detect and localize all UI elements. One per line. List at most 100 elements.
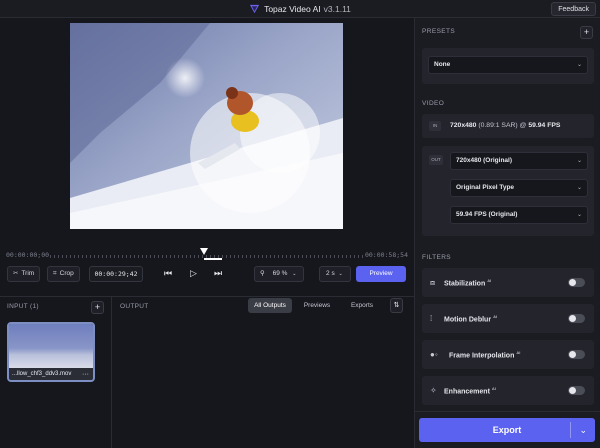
filters-label: FILTERS xyxy=(422,254,452,261)
stabilization-icon: ⧈ xyxy=(430,278,436,287)
add-preset-button[interactable]: + xyxy=(580,26,593,39)
toggle-knob xyxy=(569,351,576,358)
video-input-card: IN 720x480 (0.89:1 SAR) @ 59.94 FPS xyxy=(422,114,594,138)
zoom-unit: % xyxy=(281,270,288,277)
timeline-start-time: 00:00:00;00 xyxy=(6,251,50,259)
zoom-icon: ⚲ xyxy=(260,270,265,277)
playhead-icon[interactable] xyxy=(200,248,208,256)
input-resolution: 720x480 xyxy=(450,122,477,129)
tab-all-outputs[interactable]: All Outputs xyxy=(248,298,292,313)
toggle-knob xyxy=(569,387,576,394)
export-label: Export xyxy=(492,425,522,435)
chevron-down-icon: ⌄ xyxy=(576,212,582,218)
chevron-down-icon: ⌄ xyxy=(576,185,582,191)
output-tabs: All Outputs Previews Exports xyxy=(248,298,393,313)
input-format: 720x480 (0.89:1 SAR) @ 59.94 FPS xyxy=(450,122,560,129)
app-title: Topaz Video AI v3.1.11 xyxy=(0,3,600,14)
filter-label: Stabilization AI xyxy=(444,278,491,287)
toggle-knob xyxy=(569,315,576,322)
more-options-icon[interactable]: ··· xyxy=(82,371,89,378)
trim-button[interactable]: ✂ Trim xyxy=(7,266,41,282)
export-bar: Export ⌄ xyxy=(415,411,600,448)
output-fps-select[interactable]: 59.94 FPS (Original) ⌄ xyxy=(450,206,588,224)
feedback-button[interactable]: Feedback xyxy=(551,2,596,16)
stabilization-toggle[interactable] xyxy=(568,278,585,287)
crop-icon: ⌗ xyxy=(53,270,57,277)
scissors-icon: ✂ xyxy=(13,270,19,277)
tab-exports[interactable]: Exports xyxy=(342,298,382,313)
motion-deblur-icon: ⁞ xyxy=(430,314,433,323)
output-pixel-type-select[interactable]: Original Pixel Type ⌄ xyxy=(450,179,588,197)
divider xyxy=(570,422,571,438)
trim-label: Trim xyxy=(21,270,35,277)
preview-button[interactable]: Preview xyxy=(356,266,406,282)
add-input-button[interactable]: + xyxy=(91,301,104,314)
filter-name: Frame Interpolation xyxy=(449,352,515,360)
chevron-down-icon: ⌄ xyxy=(576,62,582,68)
seconds-select[interactable]: 2 s ⌄ xyxy=(319,266,351,282)
crop-button[interactable]: ⌗ Crop xyxy=(47,266,80,282)
enhancement-toggle[interactable] xyxy=(568,386,585,395)
timeline-selection[interactable] xyxy=(204,258,222,260)
timeline[interactable]: 00:00:00;00 00:00:58;54 xyxy=(0,248,414,266)
video-label: VIDEO xyxy=(422,100,445,107)
ai-badge: AI xyxy=(516,350,521,355)
output-pixel-type-value: Original Pixel Type xyxy=(456,184,515,191)
app-version: v3.1.11 xyxy=(323,4,351,14)
video-frame-image xyxy=(70,23,343,229)
chevron-down-icon: ⌄ xyxy=(292,271,297,277)
zoom-select[interactable]: ⚲ 69 % ⌄ xyxy=(254,266,304,282)
input-sar: (0.89:1 SAR) @ xyxy=(478,122,527,129)
input-label: INPUT (1) xyxy=(7,303,39,310)
output-panel: OUTPUT All Outputs Previews Exports ⇅ xyxy=(113,297,414,448)
seconds-unit: s xyxy=(331,270,335,277)
input-panel: INPUT (1) + ...llow_chf3_ddv3.mov ··· xyxy=(0,297,112,448)
enhancement-icon: ✧ xyxy=(430,386,437,395)
presets-card: None ⌄ xyxy=(422,48,594,84)
filter-name: Stabilization xyxy=(444,280,486,288)
filter-name: Enhancement xyxy=(444,388,490,396)
chevron-down-icon[interactable]: ⌄ xyxy=(579,418,587,442)
chevron-down-icon: ⌄ xyxy=(576,158,582,164)
playback-controls: ✂ Trim ⌗ Crop 00:00:29;42 ⏮ ▷ ⏭ ⚲ 69 % ⌄ 2… xyxy=(0,266,414,284)
output-fps-value: 59.94 FPS (Original) xyxy=(456,211,518,218)
filter-frame-interpolation[interactable]: ●◦ Frame Interpolation AI xyxy=(422,340,594,369)
input-file-card[interactable]: ...llow_chf3_ddv3.mov ··· xyxy=(7,322,95,382)
ai-badge: AI xyxy=(491,386,496,391)
filter-label: Enhancement AI xyxy=(444,386,496,395)
ai-badge: AI xyxy=(493,314,498,319)
sort-icon[interactable]: ⇅ xyxy=(390,298,403,313)
video-preview[interactable] xyxy=(70,23,343,229)
export-button[interactable]: Export ⌄ xyxy=(419,418,595,442)
out-tag: OUT xyxy=(429,155,443,165)
input-thumbnail xyxy=(9,324,93,368)
filter-label: Motion Deblur AI xyxy=(444,314,497,323)
preset-select[interactable]: None ⌄ xyxy=(428,56,588,74)
output-label: OUTPUT xyxy=(120,303,149,310)
app-name: Topaz Video AI xyxy=(264,4,321,14)
zoom-value: 69 xyxy=(272,270,280,277)
filter-stabilization[interactable]: ⧈ Stabilization AI xyxy=(422,268,594,297)
filter-motion-deblur[interactable]: ⁞ Motion Deblur AI xyxy=(422,304,594,333)
presets-label: PRESETS xyxy=(422,28,456,35)
play-icon[interactable]: ▷ xyxy=(190,268,197,279)
timecode-field[interactable]: 00:00:29;42 xyxy=(89,266,143,282)
motion-deblur-toggle[interactable] xyxy=(568,314,585,323)
timeline-end-time: 00:00:58;54 xyxy=(364,251,408,259)
step-forward-icon[interactable]: ⏭ xyxy=(214,268,222,279)
filter-label: Frame Interpolation AI xyxy=(449,350,520,359)
title-bar: Topaz Video AI v3.1.11 Feedback xyxy=(0,0,600,18)
filter-name: Motion Deblur xyxy=(444,316,492,324)
tab-previews[interactable]: Previews xyxy=(295,298,339,313)
input-fps: 59.94 FPS xyxy=(528,122,561,129)
frame-interpolation-toggle[interactable] xyxy=(568,350,585,359)
preset-value: None xyxy=(434,61,451,68)
output-resolution-select[interactable]: 720x480 (Original) ⌄ xyxy=(450,152,588,170)
main-area: 00:00:00;00 00:00:58;54 ✂ Trim ⌗ Crop 00:0… xyxy=(0,18,414,448)
ai-badge: AI xyxy=(487,278,492,283)
chevron-down-icon: ⌄ xyxy=(338,271,343,277)
crop-label: Crop xyxy=(59,270,74,277)
in-tag: IN xyxy=(429,121,441,131)
step-back-icon[interactable]: ⏮ xyxy=(164,268,172,279)
filter-enhancement[interactable]: ✧ Enhancement AI xyxy=(422,376,594,405)
